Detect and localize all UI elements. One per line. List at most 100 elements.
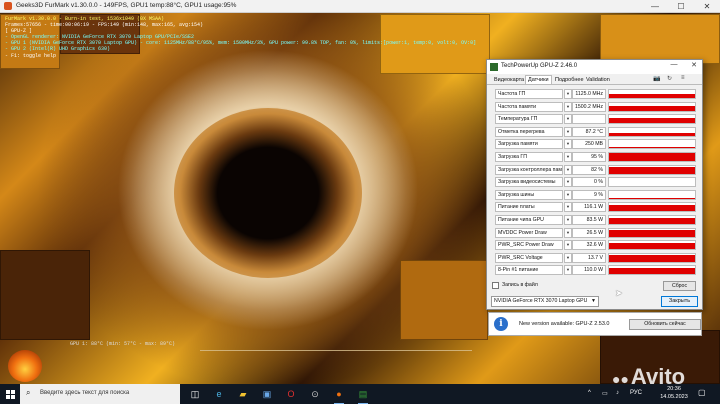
taskbar-clock[interactable]: 20:36 14.05.2023: [654, 386, 694, 401]
refresh-icon[interactable]: ↻: [667, 75, 672, 82]
info-icon: i: [494, 317, 508, 331]
update-now-button[interactable]: Обновить сейчас: [629, 319, 701, 330]
sensor-graph: [608, 265, 696, 276]
sensor-dropdown-icon[interactable]: ▼: [564, 139, 572, 150]
screenshot-icon[interactable]: 📷: [653, 75, 660, 82]
sensor-graph-fill: [609, 255, 695, 262]
windows-logo-icon: [11, 395, 15, 399]
sensor-graph: [608, 89, 696, 99]
sensor-row: Отметка перегрева ▼ 87.2 °C: [492, 126, 698, 139]
sensor-graph: [608, 202, 696, 213]
gpuz-close-button[interactable]: ✕: [687, 61, 701, 69]
sensor-label: Загрузка контроллера памяти: [495, 164, 563, 175]
sensor-graph-fill: [609, 106, 695, 111]
sensor-dropdown-icon[interactable]: ▼: [564, 151, 572, 162]
gpuz-close-dialog-button[interactable]: Закрыть: [661, 296, 698, 307]
sensor-graph: [608, 164, 696, 175]
sensor-label: PWR_SRC Power Draw: [495, 240, 563, 251]
gpu-select[interactable]: NVIDIA GeForce RTX 3070 Laptop GPU ▼: [491, 296, 599, 307]
maximize-button[interactable]: ☐: [668, 0, 694, 13]
start-button[interactable]: [0, 384, 20, 404]
gpuz-minimize-button[interactable]: —: [667, 61, 681, 68]
sensor-dropdown-icon[interactable]: ▼: [564, 202, 572, 213]
update-message: New version available: GPU-Z 2.53.0: [519, 321, 610, 327]
furmark-taskbar-icon[interactable]: ●: [332, 387, 346, 404]
menu-icon[interactable]: ≡: [681, 75, 685, 81]
windows-logo-icon: [6, 390, 10, 394]
mouse-cursor-icon: ➤: [615, 288, 623, 298]
sensor-dropdown-icon[interactable]: ▼: [564, 164, 572, 175]
sensor-graph: [608, 189, 696, 200]
network-icon[interactable]: ▭: [602, 390, 608, 397]
opera-icon[interactable]: O: [284, 387, 298, 401]
task-view-icon[interactable]: ◫: [188, 387, 202, 401]
sensor-row: Загрузка видеосистемы ▼ 0 %: [492, 176, 698, 189]
sensor-dropdown-icon[interactable]: ▼: [564, 227, 572, 238]
sensor-label: Загрузка ГП: [495, 151, 563, 162]
tab-validation[interactable]: Validation: [584, 76, 612, 85]
sensor-value: [572, 114, 606, 125]
edge-icon[interactable]: e: [212, 387, 226, 401]
sensor-dropdown-icon[interactable]: ▼: [564, 101, 572, 112]
taskbar-search[interactable]: ⌕ Введите здесь текст для поиска: [20, 384, 180, 404]
sensor-graph: [608, 252, 696, 263]
sensor-graph: [608, 227, 696, 238]
sensor-graph-fill: [609, 230, 695, 237]
sensor-graph-fill: [609, 167, 695, 174]
sensor-label: Температура ГП: [495, 114, 563, 125]
sensor-value: 116.1 W: [572, 202, 606, 213]
update-notice: i New version available: GPU-Z 2.53.0 Об…: [488, 312, 702, 336]
furmark-titlebar[interactable]: Geeks3D FurMark v1.30.0.0 - 149FPS, GPU1…: [0, 0, 720, 13]
volume-icon[interactable]: ♪: [616, 390, 619, 396]
gpu-select-value: NVIDIA GeForce RTX 3070 Laptop GPU: [494, 298, 588, 304]
sensor-label: Частота памяти: [495, 101, 563, 112]
minimize-button[interactable]: —: [642, 0, 668, 13]
sensor-graph: [608, 139, 696, 150]
sensor-graph-fill: [609, 118, 695, 124]
sensor-dropdown-icon[interactable]: ▼: [564, 126, 572, 137]
sensor-dropdown-icon[interactable]: ▼: [564, 89, 572, 99]
sensor-dropdown-icon[interactable]: ▼: [564, 214, 572, 225]
windows-logo-icon: [11, 390, 15, 394]
sensor-dropdown-icon[interactable]: ▼: [564, 265, 572, 276]
tab-videocard[interactable]: Видеокарта: [492, 76, 526, 85]
gpuz-taskbar-icon[interactable]: ▤: [356, 387, 370, 404]
log-to-file-checkbox[interactable]: [492, 282, 499, 289]
notifications-icon[interactable]: ▢: [698, 388, 706, 397]
sensor-graph: [608, 214, 696, 225]
sensor-row: 8-Pin #1 питание ▼ 110.0 W: [492, 264, 698, 277]
gpuz-title: TechPowerUp GPU-Z 2.46.0: [501, 63, 578, 69]
tab-sensors[interactable]: Датчики: [525, 75, 552, 84]
bg-tile: [400, 260, 488, 340]
reset-button[interactable]: Сброс: [663, 281, 696, 291]
sensor-label: Питание платы: [495, 202, 563, 213]
sensor-graph-fill: [609, 153, 695, 161]
explorer-icon[interactable]: ▰: [236, 387, 250, 401]
sensor-value: 82 %: [572, 164, 606, 175]
sensor-row: MVDDC Power Draw ▼ 26.5 W: [492, 227, 698, 240]
tab-advanced[interactable]: Подробнее: [553, 76, 586, 85]
gpuz-titlebar[interactable]: TechPowerUp GPU-Z 2.46.0 — ✕: [487, 60, 702, 74]
sensor-graph-fill: [609, 198, 695, 199]
sensor-dropdown-icon[interactable]: ▼: [564, 114, 572, 125]
search-icon: ⌕: [26, 388, 31, 397]
language-indicator[interactable]: РУС: [630, 390, 642, 396]
chevron-down-icon: ▼: [591, 298, 596, 304]
sensor-dropdown-icon[interactable]: ▼: [564, 252, 572, 263]
sensor-graph: [608, 151, 696, 162]
windows-logo-icon: [6, 395, 10, 399]
sensor-row: Загрузка контроллера памяти ▼ 82 %: [492, 164, 698, 177]
sensor-list: Частота ГП ▼ 1125.0 MHz Частота памяти ▼ 1500…: [492, 88, 698, 277]
steam-icon[interactable]: ⊙: [308, 387, 322, 401]
gpuz-app-icon: [490, 63, 498, 71]
sensor-graph-fill: [609, 133, 695, 136]
log-to-file-label: Запись в файл: [502, 282, 538, 288]
store-icon[interactable]: ▣: [260, 387, 274, 401]
sensor-dropdown-icon[interactable]: ▼: [564, 240, 572, 251]
tray-chevron-icon[interactable]: ^: [588, 390, 591, 396]
close-button[interactable]: ✕: [694, 0, 720, 13]
sensor-row: PWR_SRC Voltage ▼ 13.7 V: [492, 252, 698, 265]
sensor-row: Питание чипа GPU ▼ 83.5 W: [492, 214, 698, 227]
sensor-dropdown-icon[interactable]: ▼: [564, 189, 572, 200]
sensor-dropdown-icon[interactable]: ▼: [564, 177, 572, 188]
